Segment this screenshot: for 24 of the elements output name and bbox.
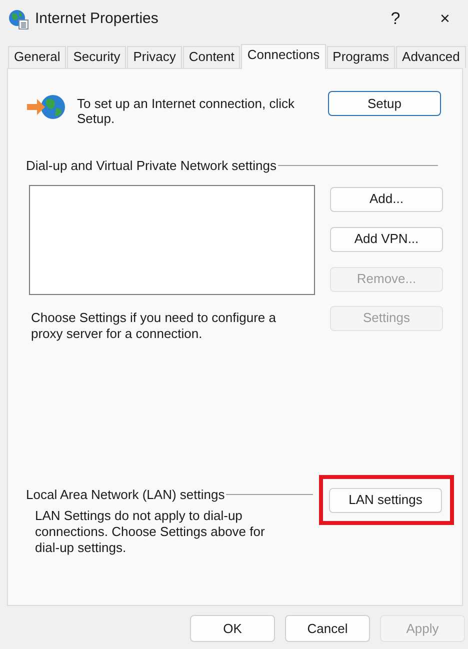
tab[interactable]: Security (67, 46, 126, 68)
close-button[interactable]: × (430, 6, 460, 32)
proxy-instructions: Choose Settings if you need to configure a proxy server for a connection. (31, 310, 277, 342)
help-button[interactable]: ? (380, 6, 410, 32)
tab[interactable]: Privacy (127, 46, 182, 68)
lan-instructions: LAN Settings do not apply to dial-up connections. Choose Settings above for dial-up settings. (35, 508, 266, 556)
button[interactable]: Add VPN... (330, 226, 443, 252)
tab[interactable]: Connections (241, 44, 326, 69)
group-heading: Local Area Network (LAN) settings (26, 486, 225, 504)
window-title: Internet Properties (35, 8, 158, 29)
setup-instructions: To set up an Internet connection, click Setup. (77, 96, 296, 126)
button[interactable]: OK (190, 615, 275, 642)
tab[interactable]: Programs (326, 46, 396, 68)
button[interactable]: Add... (330, 186, 443, 212)
tab[interactable]: Content (182, 46, 240, 68)
tab[interactable]: Advanced (396, 46, 466, 68)
button[interactable]: LAN settings (329, 488, 442, 512)
button[interactable]: Cancel (285, 615, 370, 642)
tab[interactable]: General (8, 46, 66, 68)
connection-list[interactable] (29, 184, 315, 294)
button[interactable]: Setup (328, 91, 441, 116)
globe-arrow-icon (26, 94, 66, 120)
globe-icon (8, 8, 29, 30)
group-heading: Dial-up and Virtual Private Network settings (26, 157, 276, 175)
